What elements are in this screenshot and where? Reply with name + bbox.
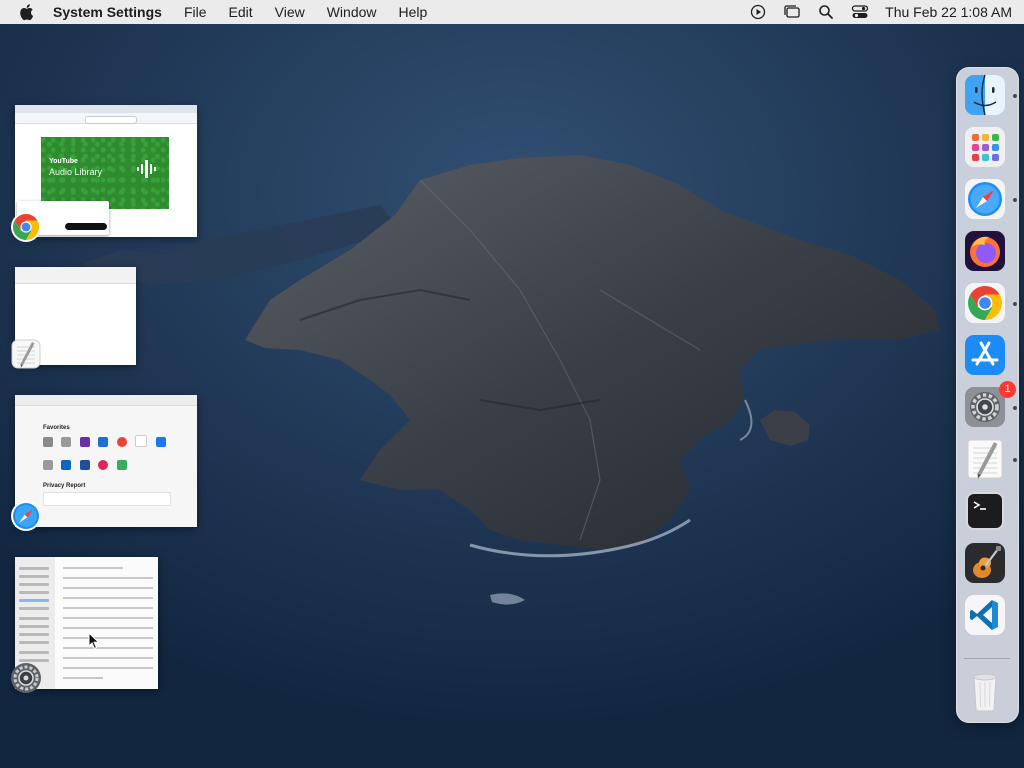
favorites-grid <box>43 435 173 483</box>
apple-menu-icon[interactable] <box>18 3 36 21</box>
dock-app-store[interactable] <box>963 333 1007 377</box>
favorite-site-icon <box>43 460 53 470</box>
browser-tab-bar <box>15 105 197 113</box>
safari-icon <box>965 179 1005 219</box>
launchpad-icon <box>965 127 1005 167</box>
mouse-cursor-icon <box>88 631 100 650</box>
dock-textedit[interactable] <box>963 437 1007 481</box>
finder-icon <box>965 74 1005 116</box>
dock-vscode[interactable] <box>963 593 1007 637</box>
dock-finder[interactable] <box>963 73 1007 117</box>
favorite-tripadvisor-icon <box>116 460 127 470</box>
running-indicator <box>1013 406 1017 410</box>
terminal-icon <box>966 492 1004 530</box>
dock-firefox[interactable] <box>963 229 1007 273</box>
trash-icon <box>973 673 997 712</box>
dock-launchpad[interactable] <box>963 125 1007 169</box>
running-indicator <box>1013 94 1017 98</box>
control-center-icon[interactable] <box>851 3 869 21</box>
system-settings-icon[interactable] <box>10 662 42 694</box>
privacy-report-heading: Privacy Report <box>43 483 86 489</box>
dock-chrome[interactable] <box>963 281 1007 325</box>
view-menu[interactable]: View <box>275 4 305 20</box>
stage-manager-icon[interactable] <box>783 3 801 21</box>
popup-button <box>65 223 107 230</box>
favorites-heading: Favorites <box>43 425 70 431</box>
chrome-icon[interactable] <box>10 211 42 243</box>
audio-wave-icon <box>137 160 156 178</box>
textedit-toolbar <box>15 267 136 284</box>
window-menu[interactable]: Window <box>327 4 377 20</box>
favorite-facebook-icon <box>155 437 166 447</box>
edit-menu[interactable]: Edit <box>229 4 253 20</box>
privacy-report-box <box>43 492 171 506</box>
favorite-weather-icon <box>79 460 90 470</box>
favorite-linkedin-icon <box>61 460 72 470</box>
chrome-window-thumbnail[interactable]: YouTube Audio Library <box>15 105 197 237</box>
banner-subtitle: Audio Library <box>49 167 103 177</box>
garageband-icon <box>965 543 1005 583</box>
dock: 1 <box>956 67 1019 723</box>
dock-safari[interactable] <box>963 177 1007 221</box>
youtube-audio-library-banner: YouTube Audio Library <box>41 137 169 209</box>
favorite-yahoo-icon <box>79 437 90 447</box>
notification-badge: 1 <box>999 381 1016 398</box>
dock-trash[interactable] <box>963 669 1007 713</box>
favorite-wikipedia-icon <box>135 435 148 447</box>
search-icon[interactable] <box>817 3 835 21</box>
app-store-icon <box>965 335 1005 375</box>
play-circle-icon[interactable] <box>749 3 767 21</box>
favorite-google-icon <box>116 437 127 447</box>
dock-separator <box>964 658 1010 659</box>
running-indicator <box>1013 458 1017 462</box>
browser-url-bar <box>15 113 197 124</box>
safari-icon[interactable] <box>10 500 42 532</box>
vscode-icon <box>965 595 1005 635</box>
running-indicator <box>1013 198 1017 202</box>
textedit-icon <box>967 439 1003 479</box>
dock-terminal[interactable] <box>963 489 1007 533</box>
safari-window-thumbnail[interactable]: Favorites Privacy Report <box>15 395 197 527</box>
banner-title: YouTube <box>49 158 78 165</box>
safari-toolbar <box>15 395 197 406</box>
help-menu[interactable]: Help <box>399 4 428 20</box>
favorite-apple-icon <box>43 437 53 447</box>
firefox-icon <box>965 231 1005 271</box>
chrome-icon <box>965 283 1005 323</box>
favorite-yelp-icon <box>98 460 109 470</box>
favorite-bing-icon <box>98 437 109 447</box>
file-menu[interactable]: File <box>184 4 207 20</box>
favorite-apple-icon <box>61 437 72 447</box>
dock-garageband[interactable] <box>963 541 1007 585</box>
menu-bar-clock[interactable]: Thu Feb 22 1:08 AM <box>885 4 1012 20</box>
running-indicator <box>1013 302 1017 306</box>
dock-system-settings[interactable]: 1 <box>963 381 1016 429</box>
menu-bar: System Settings File Edit View Window He… <box>0 0 1024 24</box>
textedit-icon[interactable] <box>10 338 42 370</box>
app-name-menu[interactable]: System Settings <box>53 4 162 20</box>
